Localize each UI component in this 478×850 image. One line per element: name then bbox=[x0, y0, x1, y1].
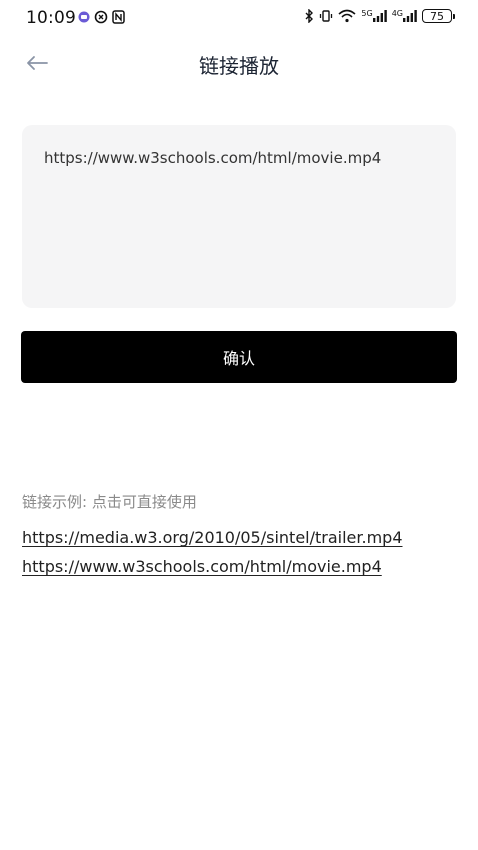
example-link-w3schools[interactable]: https://www.w3schools.com/html/movie.mp4 bbox=[22, 557, 382, 576]
status-time: 10:09 bbox=[26, 8, 76, 28]
status-left-icons bbox=[78, 10, 125, 24]
battery-level: 75 bbox=[430, 9, 444, 23]
status-bar: 10:09 5G 4G 75 bbox=[0, 0, 478, 38]
example-link-sintel[interactable]: https://media.w3.org/2010/05/sintel/trai… bbox=[22, 528, 403, 547]
wifi-icon bbox=[338, 9, 356, 23]
url-input-container bbox=[22, 125, 456, 308]
vibrate-icon bbox=[319, 9, 333, 23]
examples-heading: 链接示例: 点击可直接使用 bbox=[22, 493, 197, 511]
app-notification-icon bbox=[78, 11, 90, 23]
link-play-screen: 10:09 5G 4G 75 链接播放 https://www.w3school… bbox=[0, 0, 478, 850]
signal-4g-icon: 4G bbox=[392, 10, 417, 22]
battery-icon: 75 bbox=[422, 9, 455, 23]
title-bar: 链接播放 bbox=[0, 38, 478, 88]
signal-5g-icon: 5G bbox=[361, 9, 387, 22]
bluetooth-icon bbox=[305, 9, 314, 23]
confirm-button[interactable]: 确认 bbox=[21, 331, 457, 383]
signal-5g-label: 5G bbox=[361, 9, 373, 18]
sync-notification-icon bbox=[94, 10, 108, 24]
nfc-icon bbox=[112, 10, 125, 24]
signal-4g-label: 4G bbox=[391, 9, 403, 18]
url-input[interactable] bbox=[44, 147, 434, 286]
page-title: 链接播放 bbox=[199, 54, 279, 78]
status-right-icons: 5G 4G 75 bbox=[305, 9, 455, 23]
